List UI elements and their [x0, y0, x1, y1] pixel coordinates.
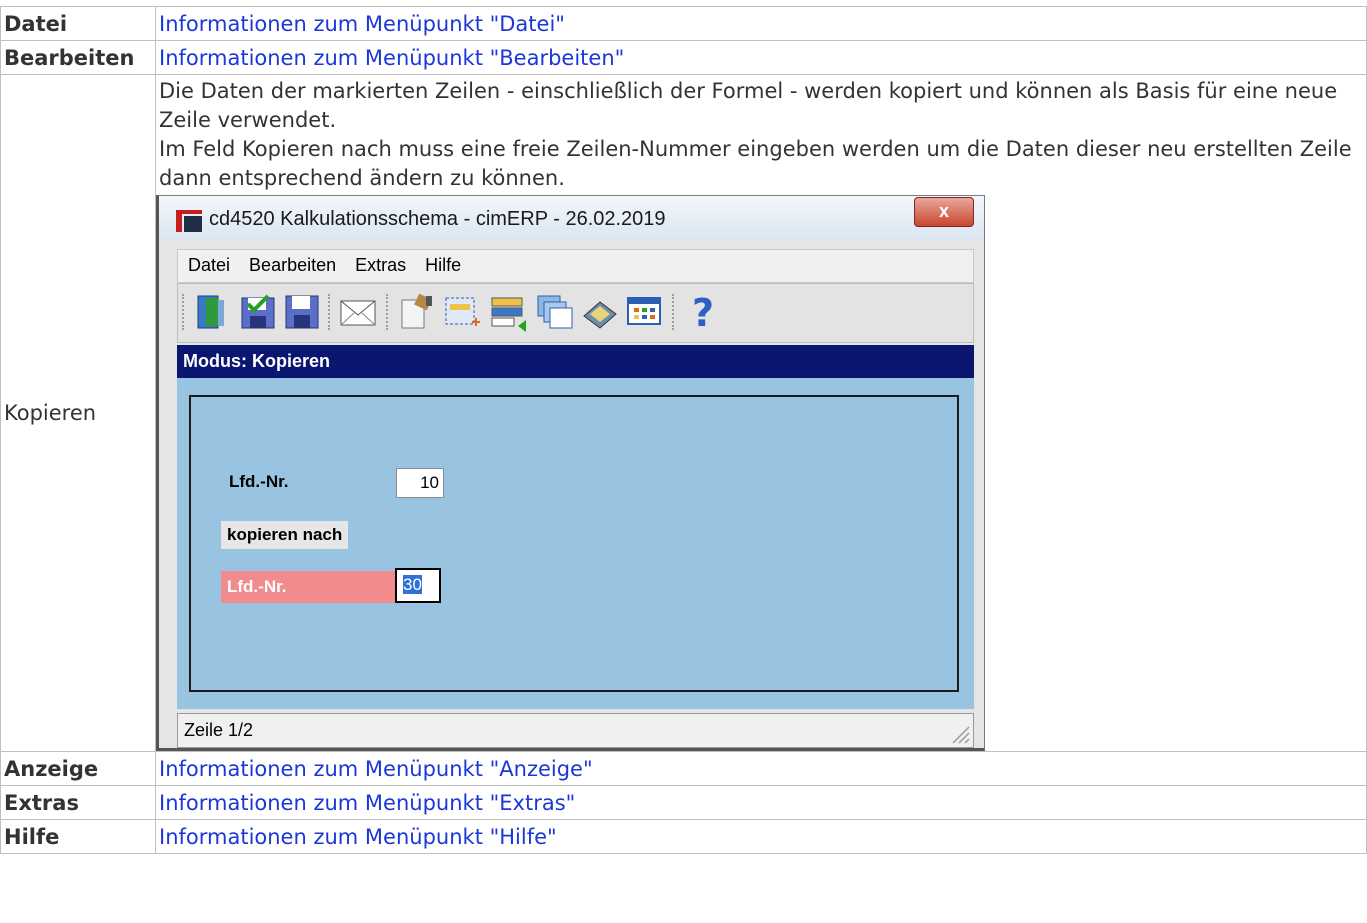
row-value: Informationen zum Menüpunkt "Anzeige"	[155, 751, 1367, 786]
menu-info-table: Datei Informationen zum Menüpunkt "Datei…	[0, 6, 1367, 854]
row-value: Informationen zum Menüpunkt "Extras"	[155, 785, 1367, 820]
save-icon[interactable]	[282, 292, 322, 332]
link-hilfe[interactable]: Informationen zum Menüpunkt "Hilfe"	[159, 825, 557, 849]
app-icon	[176, 210, 202, 232]
table-row: Extras Informationen zum Menüpunkt "Extr…	[0, 785, 1367, 820]
form-frame: Lfd.-Nr. 10 kopieren nach Lfd.-Nr. 30	[189, 395, 959, 692]
toolbar-separator	[672, 294, 678, 330]
insert-rows-icon[interactable]	[488, 292, 528, 332]
mail-icon[interactable]	[338, 292, 378, 332]
window-title: cd4520 Kalkulationsschema - cimERP - 26.…	[209, 208, 666, 230]
copy-windows-icon[interactable]	[534, 292, 574, 332]
row-key: Hilfe	[0, 819, 156, 854]
menubar: Datei Bearbeiten Extras Hilfe	[177, 249, 974, 283]
row-value: Informationen zum Menüpunkt "Datei"	[155, 6, 1367, 41]
description: Die Daten der markierten Zeilen - einsch…	[159, 77, 1366, 193]
lfd-nr-label: Lfd.-Nr.	[229, 472, 289, 491]
screenshot-window: cd4520 Kalkulationsschema - cimERP - 26.…	[156, 195, 985, 751]
table-grid-icon[interactable]	[624, 292, 664, 332]
row-value: Die Daten der markierten Zeilen - einsch…	[155, 74, 1367, 752]
row-value: Informationen zum Menüpunkt "Hilfe"	[155, 819, 1367, 854]
status-text: Zeile 1/2	[184, 720, 254, 740]
menu-item-datei[interactable]: Datei	[188, 250, 230, 276]
status-bar: Zeile 1/2	[177, 713, 974, 748]
copy-to-label: kopieren nach	[221, 521, 349, 549]
help-icon[interactable]: ?	[684, 292, 724, 332]
exit-door-icon[interactable]	[192, 292, 232, 332]
target-value-selection: 30	[403, 575, 422, 594]
target-lfd-nr-label: Lfd.-Nr.	[221, 571, 397, 603]
table-row: Datei Informationen zum Menüpunkt "Datei…	[0, 6, 1367, 41]
save-check-icon[interactable]	[238, 292, 278, 332]
form-panel: Lfd.-Nr. 10 kopieren nach Lfd.-Nr. 30	[177, 378, 974, 709]
row-value: Informationen zum Menüpunkt "Bearbeiten"	[155, 40, 1367, 75]
row-key: Bearbeiten	[0, 40, 156, 75]
edit-document-icon[interactable]	[396, 292, 436, 332]
menu-item-bearbeiten[interactable]: Bearbeiten	[249, 250, 336, 276]
book-icon[interactable]	[580, 292, 620, 332]
target-lfd-nr-field[interactable]: 30	[395, 568, 441, 603]
svg-text:?: ?	[692, 292, 714, 332]
description-paragraph: Im Feld Kopieren nach muss eine freie Ze…	[159, 137, 1352, 190]
new-row-icon[interactable]	[442, 292, 482, 332]
link-extras[interactable]: Informationen zum Menüpunkt "Extras"	[159, 791, 575, 815]
link-anzeige[interactable]: Informationen zum Menüpunkt "Anzeige"	[159, 757, 593, 781]
close-button[interactable]: x	[914, 197, 974, 227]
toolbar-separator	[182, 294, 188, 330]
description-paragraph: Die Daten der markierten Zeilen - einsch…	[159, 79, 1338, 132]
window-titlebar: cd4520 Kalkulationsschema - cimERP - 26.…	[159, 196, 984, 240]
table-row: Kopieren Die Daten der markierten Zeilen…	[0, 74, 1367, 752]
table-row: Anzeige Informationen zum Menüpunkt "Anz…	[0, 751, 1367, 786]
mode-bar: Modus: Kopieren	[177, 345, 974, 378]
toolbar-separator	[386, 294, 392, 330]
link-bearbeiten[interactable]: Informationen zum Menüpunkt "Bearbeiten"	[159, 46, 624, 70]
table-row: Hilfe Informationen zum Menüpunkt "Hilfe…	[0, 819, 1367, 854]
toolbar: ?	[177, 283, 974, 343]
toolbar-separator	[328, 294, 334, 330]
row-key: Anzeige	[0, 751, 156, 786]
menu-item-extras[interactable]: Extras	[355, 250, 406, 276]
menu-item-hilfe[interactable]: Hilfe	[425, 250, 461, 276]
resize-grip-icon[interactable]	[949, 723, 971, 745]
row-key: Extras	[0, 785, 156, 820]
row-key: Kopieren	[0, 74, 156, 752]
row-key: Datei	[0, 6, 156, 41]
link-datei[interactable]: Informationen zum Menüpunkt "Datei"	[159, 12, 565, 36]
table-row: Bearbeiten Informationen zum Menüpunkt "…	[0, 40, 1367, 75]
lfd-nr-field[interactable]: 10	[396, 468, 444, 498]
